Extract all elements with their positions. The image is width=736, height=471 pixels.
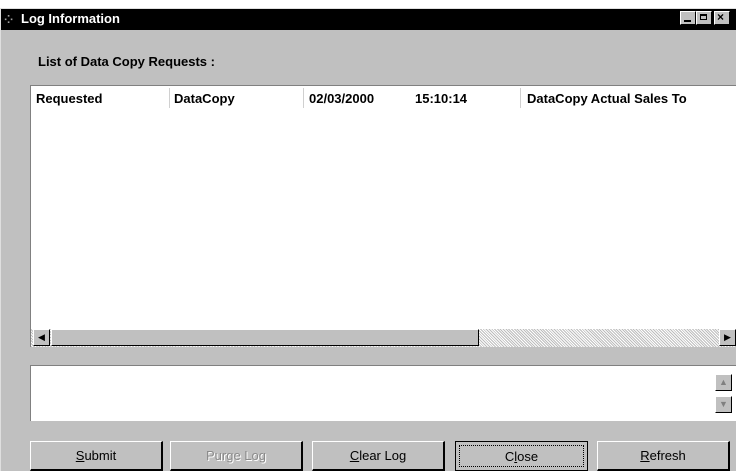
refresh-button[interactable]: Refresh	[597, 441, 730, 471]
type-cell: DataCopy	[174, 91, 235, 106]
clear-log-button[interactable]: Clear Log	[312, 441, 445, 471]
status-cell: Requested	[36, 91, 103, 106]
log-information-window: ⁘ Log Information × List of Data Copy Re…	[0, 8, 736, 471]
arrow-up-icon: ▲	[719, 377, 728, 387]
app-icon[interactable]: ⁘	[4, 13, 20, 27]
close-icon: ×	[717, 10, 725, 24]
window-title: Log Information	[21, 11, 120, 26]
arrow-left-icon: ◀	[38, 332, 45, 342]
message-textbox[interactable]: ▲ ▼	[30, 365, 736, 421]
scroll-right-button[interactable]: ▶	[719, 329, 736, 346]
close-window-button[interactable]: ×	[714, 10, 730, 25]
title-bar[interactable]: ⁘ Log Information ×	[1, 9, 736, 30]
maximize-button[interactable]	[696, 11, 712, 25]
column-divider	[169, 88, 170, 108]
arrow-down-icon: ▼	[719, 399, 728, 409]
scroll-down-button[interactable]: ▼	[715, 396, 732, 413]
list-label: List of Data Copy Requests :	[38, 54, 215, 69]
horizontal-scroll-thumb[interactable]	[51, 329, 479, 346]
column-divider	[520, 88, 521, 108]
close-button[interactable]: Close	[455, 441, 588, 471]
submit-button[interactable]: Submit	[30, 441, 163, 471]
scroll-up-button[interactable]: ▲	[715, 374, 732, 391]
purge-log-button[interactable]: Purge Log	[170, 441, 303, 471]
time-cell: 15:10:14	[415, 91, 468, 106]
focus-ring: Close	[459, 445, 584, 467]
horizontal-scrollbar[interactable]: ◀ ▶	[31, 329, 736, 347]
arrow-right-icon: ▶	[724, 332, 731, 342]
data-copy-request-list[interactable]: Requested DataCopy 02/03/2000 15:10:14 D…	[30, 85, 736, 347]
list-item[interactable]: Requested DataCopy 02/03/2000 15:10:14 D…	[31, 90, 736, 108]
scroll-left-button[interactable]: ◀	[33, 329, 50, 346]
column-divider	[303, 88, 304, 108]
minimize-button[interactable]	[680, 11, 696, 25]
date-cell: 02/03/2000	[309, 91, 375, 106]
vertical-scrollbar[interactable]: ▲ ▼	[715, 366, 733, 420]
description-cell: DataCopy Actual Sales To	[527, 91, 687, 106]
